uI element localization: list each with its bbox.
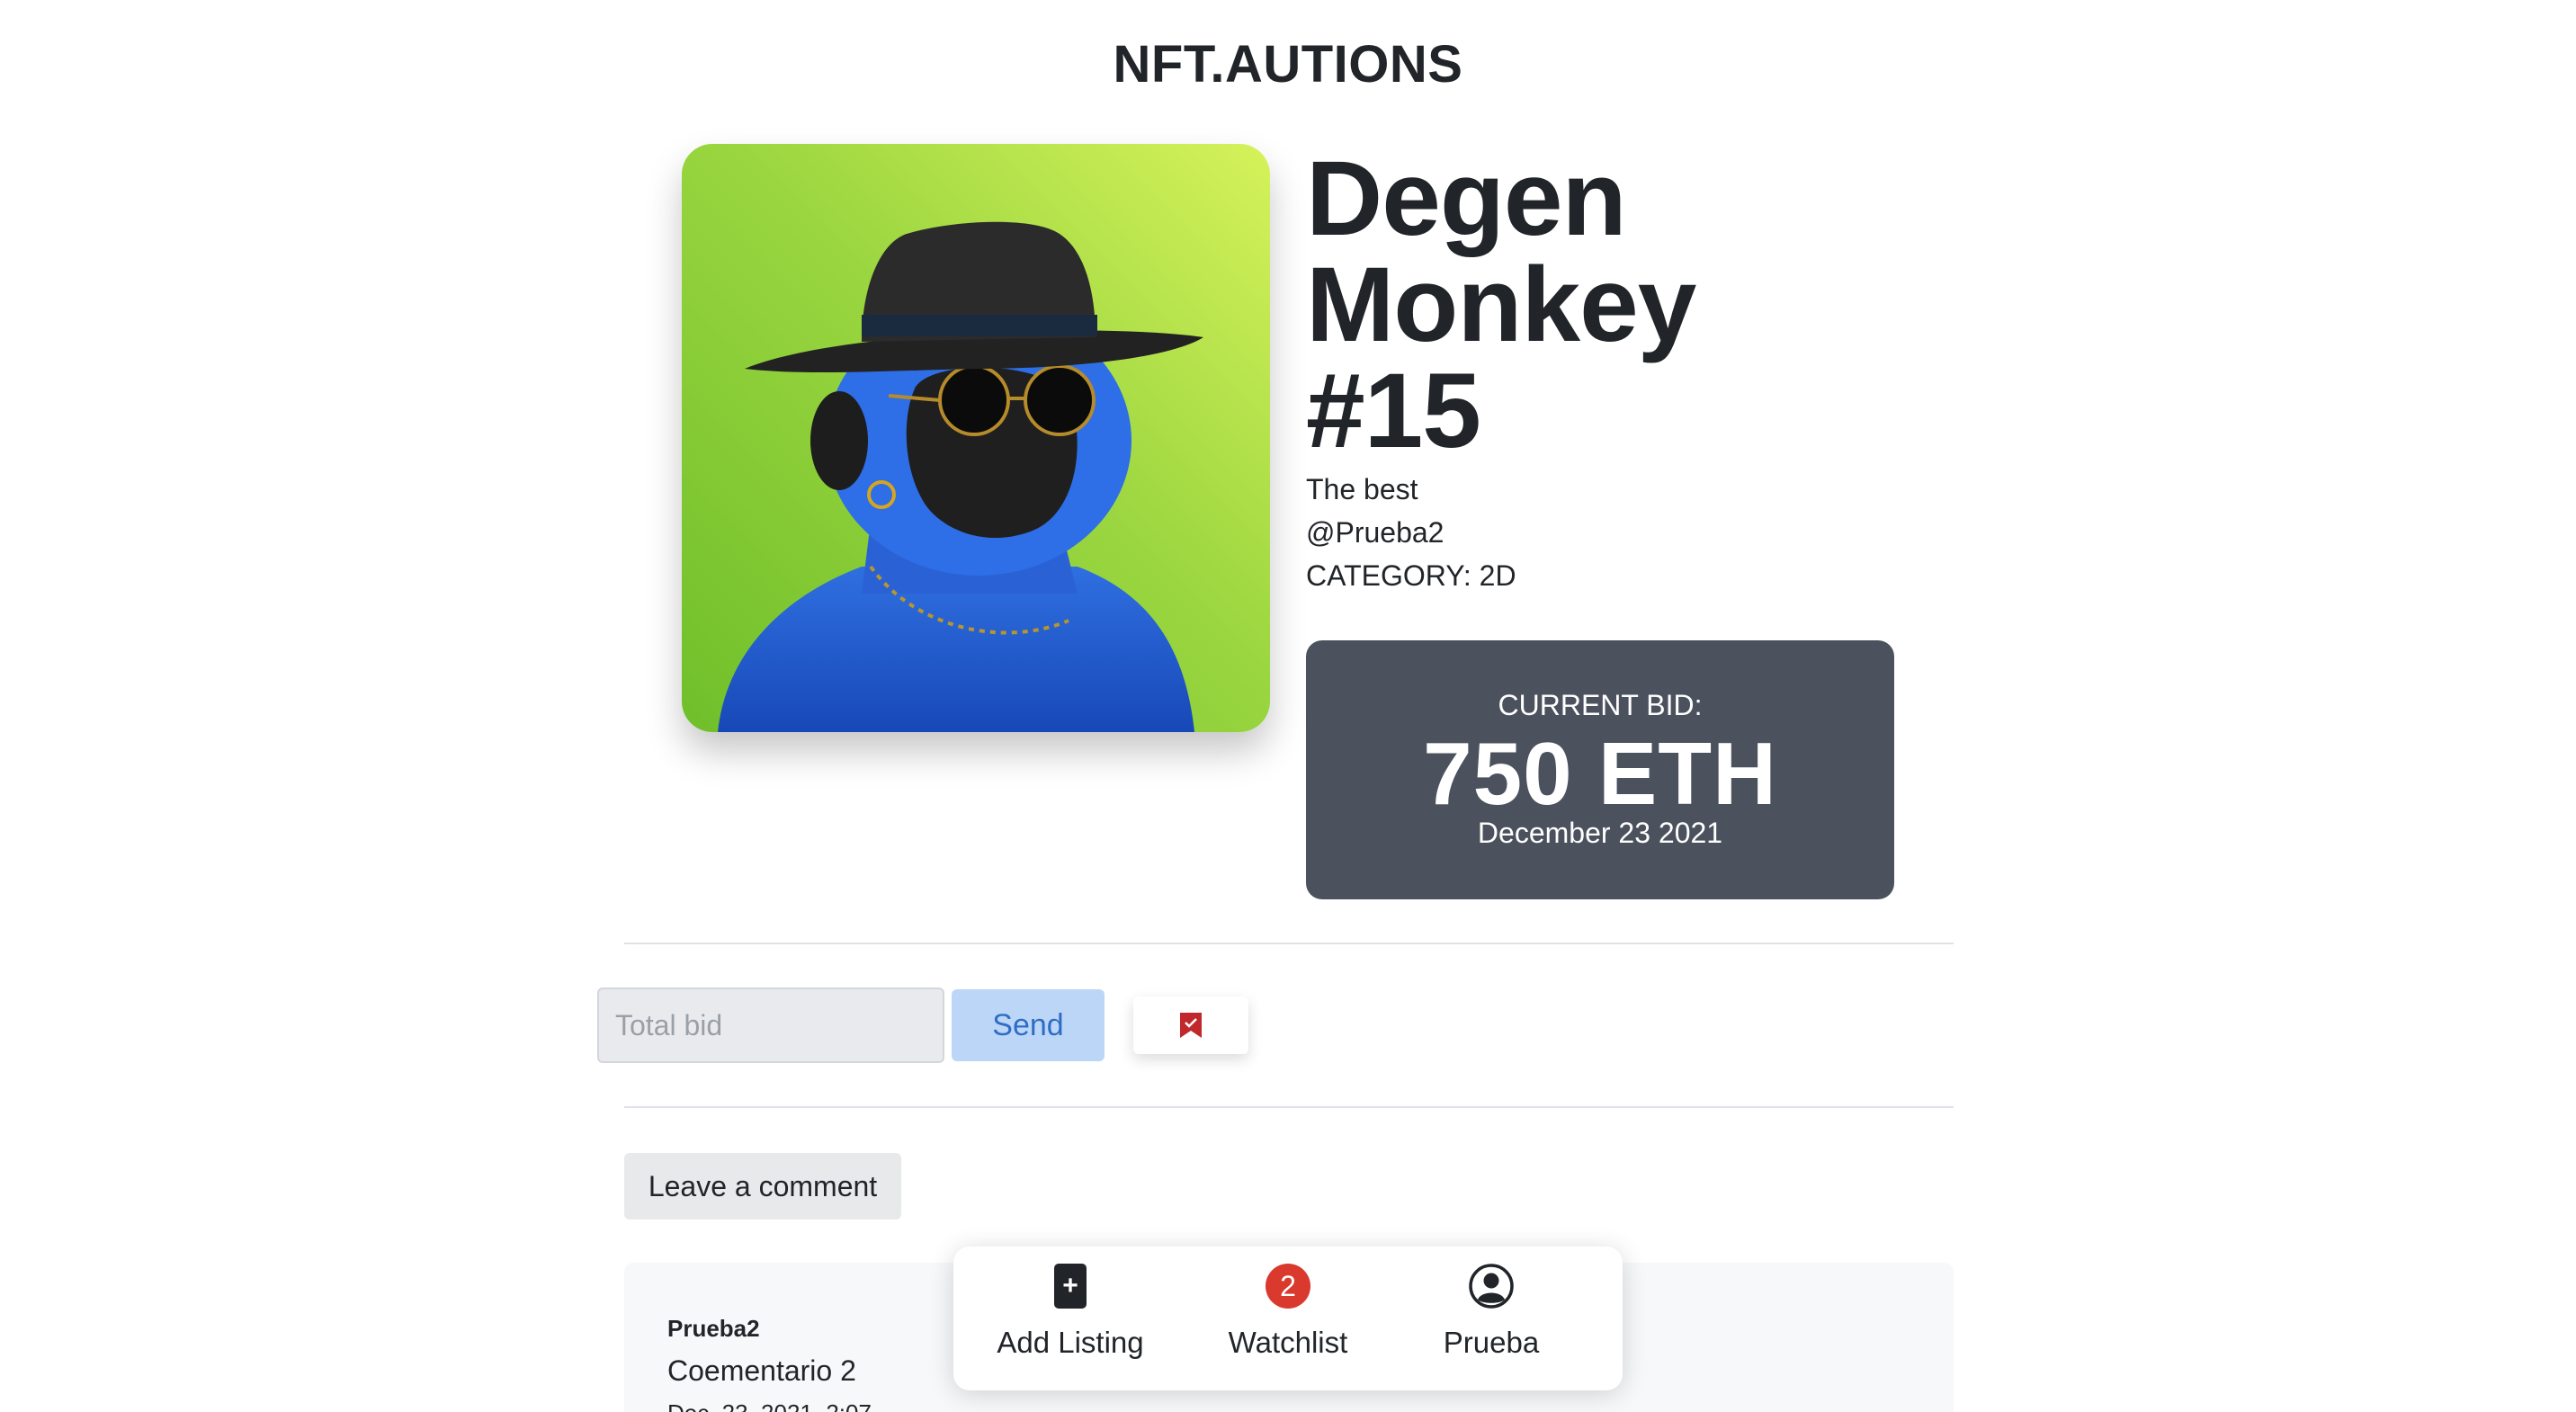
add-listing-icon: +	[1047, 1263, 1094, 1309]
comment-author: Prueba2	[667, 1315, 760, 1342]
nft-owner: @Prueba2	[1306, 516, 1445, 549]
watchlist-count-badge: 2	[1265, 1263, 1311, 1309]
bottom-nav: + Add Listing 2 Watchlist Prueba	[953, 1247, 1623, 1390]
current-bid-date: December 23 2021	[1477, 817, 1723, 849]
user-circle-icon	[1468, 1263, 1515, 1309]
nav-add-listing-label: Add Listing	[997, 1326, 1144, 1359]
nft-category: CATEGORY: 2D	[1306, 559, 1516, 592]
send-bid-button[interactable]: Send	[952, 989, 1105, 1061]
bookmark-check-icon	[1180, 1013, 1202, 1038]
nav-watchlist[interactable]: 2 Watchlist	[1187, 1247, 1389, 1390]
nav-profile-label: Prueba	[1443, 1326, 1540, 1359]
divider	[624, 1106, 1954, 1108]
current-bid-amount: 750 ETH	[1423, 724, 1777, 823]
current-bid-label: CURRENT BID:	[1498, 689, 1703, 721]
current-bid-card: CURRENT BID: 750 ETH December 23 2021	[1306, 640, 1894, 899]
comment-text: Coementario 2	[667, 1354, 856, 1387]
nft-description: The best	[1306, 473, 1418, 505]
nav-profile[interactable]: Prueba	[1391, 1247, 1592, 1390]
comment-date: Dec. 23, 2021, 2:07	[667, 1399, 872, 1412]
nft-title: Degen Monkey #15	[1306, 139, 1696, 470]
nav-add-listing[interactable]: + Add Listing	[970, 1247, 1171, 1390]
total-bid-input[interactable]	[597, 988, 944, 1063]
leave-comment-button[interactable]: Leave a comment	[624, 1153, 901, 1220]
page: NFT.AUTIONS Degen Monkey #15 The best @P…	[0, 0, 2576, 1412]
brand-title[interactable]: NFT.AUTIONS	[0, 34, 2576, 94]
divider	[624, 943, 1954, 944]
nav-watchlist-label: Watchlist	[1228, 1326, 1348, 1359]
add-to-watchlist-button[interactable]	[1133, 996, 1248, 1054]
nft-image	[682, 144, 1270, 732]
